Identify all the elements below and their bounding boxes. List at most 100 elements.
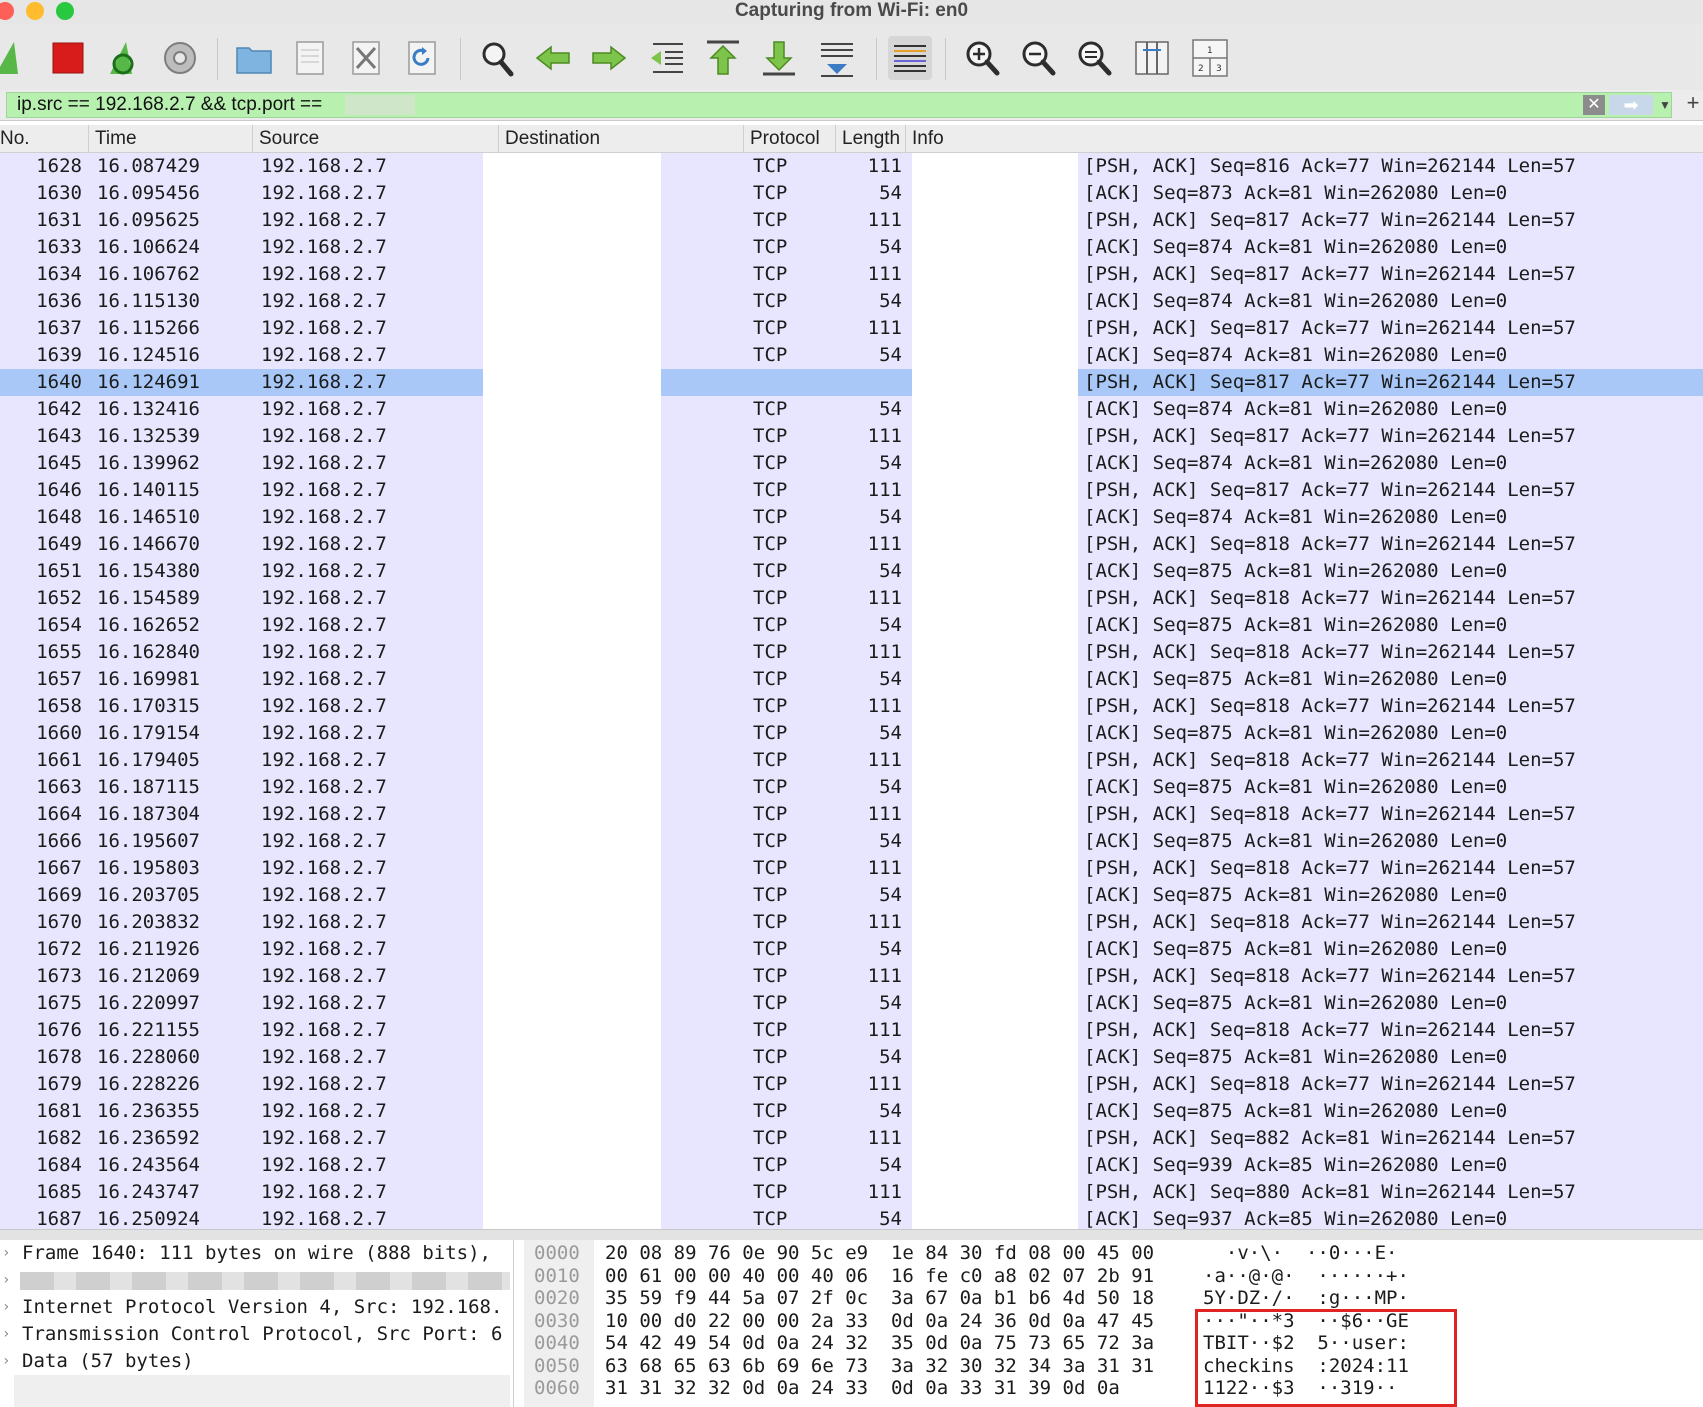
packet-row[interactable]: 1663 16.187115 192.168.2.7 TCP 54 [ACK] Seq=8…: [0, 774, 1703, 801]
hex-bytes[interactable]: 31 31 32 32 0d 0a 24 33 0d 0a 33 31 39 0…: [605, 1377, 1120, 1399]
packet-row[interactable]: 1657 16.169981 192.168.2.7 TCP 54 [ACK] Seq=8…: [0, 666, 1703, 693]
ascii-bytes[interactable]: 5Y·DZ·/· :g···MP·: [1203, 1287, 1409, 1309]
packet-row[interactable]: 1673 16.212069 192.168.2.7 TCP 111 [PSH, ACK]…: [0, 963, 1703, 990]
display-filter-input[interactable]: ip.src == 192.168.2.7 && tcp.port == ✕ ➡…: [6, 92, 1672, 118]
hex-offset: 0000: [534, 1242, 580, 1264]
auto-scroll-button[interactable]: [815, 36, 859, 80]
packet-row[interactable]: 1676 16.221155 192.168.2.7 TCP 111 [PSH, ACK]…: [0, 1017, 1703, 1044]
detail-tree-item[interactable]: ›: [0, 1267, 513, 1294]
packet-row[interactable]: 1678 16.228060 192.168.2.7 TCP 54 [ACK] Seq=8…: [0, 1044, 1703, 1071]
packet-row[interactable]: 1655 16.162840 192.168.2.7 TCP 111 [PSH, ACK]…: [0, 639, 1703, 666]
expand-arrow-icon[interactable]: ›: [2, 1294, 10, 1321]
hex-bytes[interactable]: 10 00 d0 22 00 00 2a 33 0d 0a 24 36 0d 0…: [605, 1310, 1154, 1332]
pane-splitter[interactable]: [0, 1229, 1703, 1240]
packet-row[interactable]: 1630 16.095456 192.168.2.7 TCP 54 [ACK] Seq=8…: [0, 180, 1703, 207]
packet-row[interactable]: 1667 16.195803 192.168.2.7 TCP 111 [PSH, ACK]…: [0, 855, 1703, 882]
column-time[interactable]: Time: [89, 125, 253, 152]
stop-capture-button[interactable]: [46, 36, 90, 80]
packet-row[interactable]: 1681 16.236355 192.168.2.7 TCP 54 [ACK] Seq=8…: [0, 1098, 1703, 1125]
packet-row[interactable]: 1631 16.095625 192.168.2.7 TCP 111 [PSH, ACK]…: [0, 207, 1703, 234]
start-capture-button[interactable]: [0, 36, 36, 80]
zoom-window-button[interactable]: [56, 2, 74, 20]
zoom-out-button[interactable]: [1016, 36, 1060, 80]
packet-row[interactable]: 1651 16.154380 192.168.2.7 TCP 54 [ACK] Seq=8…: [0, 558, 1703, 585]
restart-capture-button[interactable]: [102, 36, 146, 80]
packet-row[interactable]: 1636 16.115130 192.168.2.7 TCP 54 [ACK] Seq=8…: [0, 288, 1703, 315]
resize-columns-button[interactable]: [1130, 36, 1174, 80]
packet-row[interactable]: 1633 16.106624 192.168.2.7 TCP 54 [ACK] Seq=8…: [0, 234, 1703, 261]
colorize-button[interactable]: [888, 36, 932, 80]
zoom-in-button[interactable]: [960, 36, 1004, 80]
packet-row[interactable]: 1669 16.203705 192.168.2.7 TCP 54 [ACK] Seq=8…: [0, 882, 1703, 909]
packet-row[interactable]: 1646 16.140115 192.168.2.7 TCP 111 [PSH, ACK]…: [0, 477, 1703, 504]
close-window-button[interactable]: [0, 2, 14, 20]
go-to-packet-button[interactable]: [645, 36, 689, 80]
hex-bytes[interactable]: 63 68 65 63 6b 69 6e 73 3a 32 30 32 34 3…: [605, 1355, 1154, 1377]
expand-arrow-icon[interactable]: ›: [2, 1267, 10, 1294]
hex-bytes[interactable]: 20 08 89 76 0e 90 5c e9 1e 84 30 fd 08 0…: [605, 1242, 1154, 1264]
packet-row[interactable]: 1685 16.243747 192.168.2.7 TCP 111 [PSH, ACK]…: [0, 1179, 1703, 1206]
packet-row[interactable]: 1675 16.220997 192.168.2.7 TCP 54 [ACK] Seq=8…: [0, 990, 1703, 1017]
detail-tree-item[interactable]: › Data (57 bytes): [0, 1348, 513, 1375]
add-filter-button[interactable]: +: [1684, 92, 1702, 116]
normal-size-button[interactable]: [1072, 36, 1116, 80]
column-length[interactable]: Length: [836, 125, 906, 152]
expand-arrow-icon[interactable]: ›: [2, 1321, 10, 1348]
packet-row[interactable]: 1660 16.179154 192.168.2.7 TCP 54 [ACK] Seq=8…: [0, 720, 1703, 747]
packet-row[interactable]: 1658 16.170315 192.168.2.7 TCP 111 [PSH, ACK]…: [0, 693, 1703, 720]
packet-row[interactable]: 1652 16.154589 192.168.2.7 TCP 111 [PSH, ACK]…: [0, 585, 1703, 612]
detail-tree-item[interactable]: › Internet Protocol Version 4, Src: 192.1…: [0, 1294, 513, 1321]
hex-bytes[interactable]: 00 61 00 00 40 00 40 06 16 fe c0 a8 02 0…: [605, 1265, 1154, 1287]
go-first-packet-button[interactable]: [701, 36, 745, 80]
expand-arrow-icon[interactable]: ›: [2, 1348, 10, 1375]
packet-row[interactable]: 1684 16.243564 192.168.2.7 TCP 54 [ACK] Seq=9…: [0, 1152, 1703, 1179]
column-destination[interactable]: Destination: [499, 125, 744, 152]
packet-row[interactable]: 1670 16.203832 192.168.2.7 TCP 111 [PSH, ACK]…: [0, 909, 1703, 936]
expand-arrow-icon[interactable]: ›: [2, 1240, 10, 1267]
detail-tree-item[interactable]: › Transmission Control Protocol, Src Port…: [0, 1321, 513, 1348]
packet-row[interactable]: 1666 16.195607 192.168.2.7 TCP 54 [ACK] Seq=8…: [0, 828, 1703, 855]
column-info[interactable]: Info: [906, 125, 1703, 152]
packet-row[interactable]: 1682 16.236592 192.168.2.7 TCP 111 [PSH, ACK]…: [0, 1125, 1703, 1152]
apply-filter-button[interactable]: ➡: [1609, 95, 1653, 115]
filter-history-dropdown[interactable]: ▼: [1655, 95, 1675, 115]
packet-row[interactable]: 1687 16.250924 192.168.2.7 TCP 54 [ACK] Seq=9…: [0, 1206, 1703, 1229]
hex-bytes[interactable]: 35 59 f9 44 5a 07 2f 0c 3a 67 0a b1 b6 4…: [605, 1287, 1154, 1309]
layout-button[interactable]: 12 3: [1188, 36, 1232, 80]
go-back-button[interactable]: [531, 36, 575, 80]
packet-row[interactable]: 1661 16.179405 192.168.2.7 TCP 111 [PSH, ACK]…: [0, 747, 1703, 774]
open-file-button[interactable]: [232, 36, 276, 80]
packet-row[interactable]: 1664 16.187304 192.168.2.7 TCP 111 [PSH, ACK]…: [0, 801, 1703, 828]
packet-row[interactable]: 1642 16.132416 192.168.2.7 TCP 54 [ACK] Seq=8…: [0, 396, 1703, 423]
packet-row[interactable]: 1645 16.139962 192.168.2.7 TCP 54 [ACK] Seq=8…: [0, 450, 1703, 477]
save-file-button[interactable]: [288, 36, 332, 80]
ascii-bytes[interactable]: ·a··@·@· ······+·: [1203, 1265, 1409, 1287]
packet-row[interactable]: 1639 16.124516 192.168.2.7 TCP 54 [ACK] Seq=8…: [0, 342, 1703, 369]
packet-row[interactable]: 1672 16.211926 192.168.2.7 TCP 54 [ACK] Seq=8…: [0, 936, 1703, 963]
capture-options-button[interactable]: [158, 36, 202, 80]
packet-row[interactable]: 1679 16.228226 192.168.2.7 TCP 111 [PSH, ACK]…: [0, 1071, 1703, 1098]
find-packet-button[interactable]: [475, 36, 519, 80]
close-file-button[interactable]: [344, 36, 388, 80]
ascii-bytes[interactable]: ·v·\· ··0···E·: [1203, 1242, 1398, 1264]
packet-bytes-pane[interactable]: 0000 20 08 89 76 0e 90 5c e9 1e 84 30 fd …: [524, 1240, 1703, 1407]
detail-tree-item[interactable]: › Frame 1640: 111 bytes on wire (888 bits…: [0, 1240, 513, 1267]
packet-row[interactable]: 1648 16.146510 192.168.2.7 TCP 54 [ACK] Seq=8…: [0, 504, 1703, 531]
packet-details-pane[interactable]: › Frame 1640: 111 bytes on wire (888 bits…: [0, 1240, 514, 1407]
packet-row[interactable]: 1654 16.162652 192.168.2.7 TCP 54 [ACK] Seq=8…: [0, 612, 1703, 639]
clear-filter-button[interactable]: ✕: [1583, 95, 1605, 115]
packet-row[interactable]: 1634 16.106762 192.168.2.7 TCP 111 [PSH, ACK]…: [0, 261, 1703, 288]
packet-list[interactable]: 1628 16.087429 192.168.2.7 TCP 111 [PSH, ACK]…: [0, 153, 1703, 1229]
packet-row[interactable]: 1643 16.132539 192.168.2.7 TCP 111 [PSH, ACK]…: [0, 423, 1703, 450]
reload-file-button[interactable]: [400, 36, 444, 80]
packet-row[interactable]: 1628 16.087429 192.168.2.7 TCP 111 [PSH, ACK]…: [0, 153, 1703, 180]
packet-row[interactable]: 1637 16.115266 192.168.2.7 TCP 111 [PSH, ACK]…: [0, 315, 1703, 342]
minimize-window-button[interactable]: [26, 2, 44, 20]
column-source[interactable]: Source: [253, 125, 499, 152]
go-last-packet-button[interactable]: [757, 36, 801, 80]
column-protocol[interactable]: Protocol: [744, 125, 836, 152]
column-no[interactable]: No.: [0, 125, 89, 152]
hex-bytes[interactable]: 54 42 49 54 0d 0a 24 32 35 0d 0a 75 73 6…: [605, 1332, 1154, 1354]
packet-row[interactable]: 1649 16.146670 192.168.2.7 TCP 111 [PSH, ACK]…: [0, 531, 1703, 558]
go-forward-button[interactable]: [587, 36, 631, 80]
